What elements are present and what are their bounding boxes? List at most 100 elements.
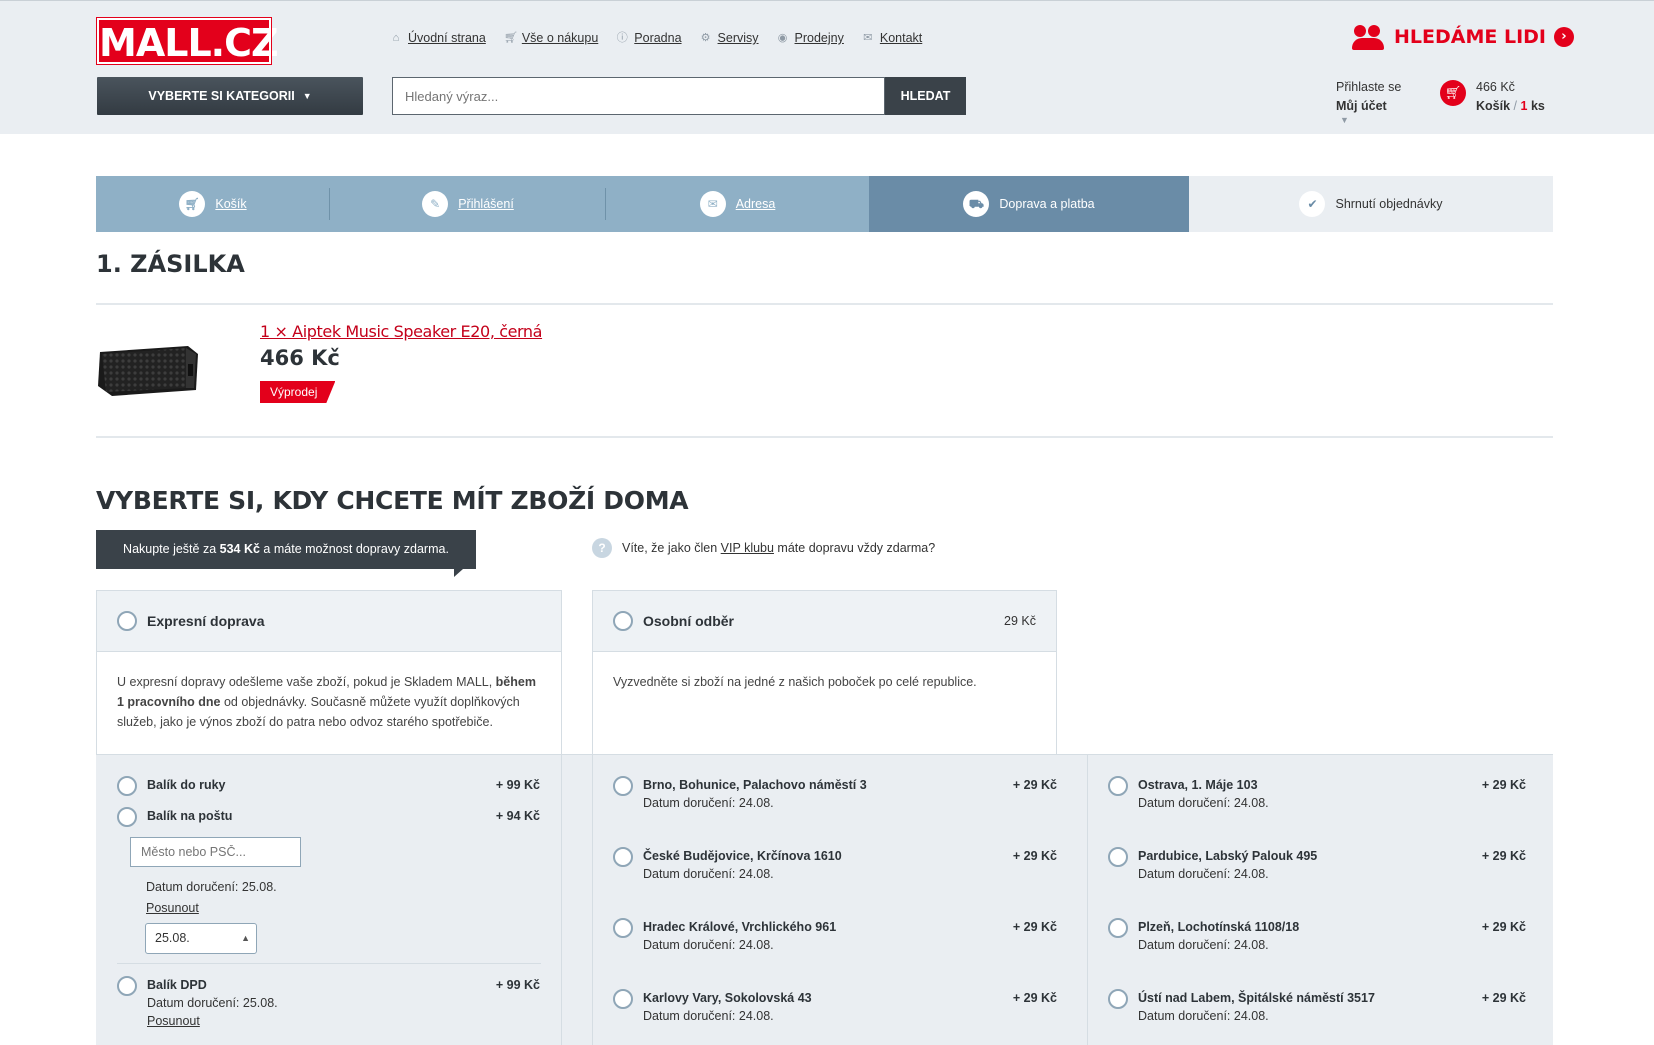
free-shipping-pre: Nakupte ještě za <box>123 542 220 556</box>
delivery-date: Datum doručení: 24.08. <box>1138 867 1269 881</box>
store-option[interactable]: Brno, Bohunice, Palachovo náměstí 3 Datum… <box>613 776 867 810</box>
store-option[interactable]: Hradec Králové, Vrchlického 961 Datum dor… <box>613 918 836 952</box>
store-price: + 29 Kč <box>1481 991 1526 1005</box>
store-option[interactable]: České Budějovice, Krčínova 1610 Datum dor… <box>613 847 842 881</box>
nav-advice[interactable]: ⓘ Poradna <box>616 31 682 45</box>
store-radio[interactable] <box>1108 847 1128 867</box>
category-button-label: VYBERTE SI KATEGORII <box>148 89 295 103</box>
store-option[interactable]: Pardubice, Labský Palouk 495 Datum doruče… <box>1108 847 1317 881</box>
delivery-date: Datum doručení: 24.08. <box>1138 938 1269 952</box>
store-price: + 29 Kč <box>1012 778 1057 792</box>
option-price: + 99 Kč <box>495 778 540 792</box>
column-divider <box>561 754 562 1045</box>
product-image[interactable] <box>96 340 200 398</box>
nav-contact[interactable]: ✉ Kontakt <box>862 31 922 45</box>
option-name: Balík do ruky <box>147 778 226 792</box>
cart-icon: 🛒︎ <box>1440 80 1466 106</box>
express-delivery-title: Expresní doprava <box>147 613 265 629</box>
store-price: + 29 Kč <box>1481 778 1526 792</box>
option-dpd[interactable]: Balík DPD Datum doručení: 25.08. Posunou… <box>117 976 278 1028</box>
nav-link-shopping[interactable]: Vše o nákupu <box>522 31 598 45</box>
question-icon[interactable]: ? <box>592 538 612 558</box>
checkout-steps: 🛒︎ Košík ✎ Přihlášení ✉ Adresa ⛟ Doprava… <box>96 176 1553 232</box>
store-option[interactable]: Karlovy Vary, Sokolovská 43 Datum doručen… <box>613 989 812 1023</box>
hand-delivery-radio[interactable] <box>117 776 137 796</box>
express-delivery-card: Expresní doprava U expresní dopravy odeš… <box>96 590 562 756</box>
nav-link-stores[interactable]: Prodejny <box>795 31 844 45</box>
step-login-link[interactable]: Přihlášení <box>458 197 514 211</box>
delivery-date: Datum doručení: 25.08. <box>147 996 278 1010</box>
vip-notice: ? Víte, že jako člen VIP klubu máte dopr… <box>592 538 935 558</box>
cart-summary[interactable]: 🛒︎ 466 Kč Košík / 1 ks <box>1440 78 1545 116</box>
product-name-link[interactable]: 1 × Aiptek Music Speaker E20, černá <box>260 322 542 341</box>
jobs-banner[interactable]: HLEDÁME LIDI › <box>1352 23 1574 51</box>
step-cart-link[interactable]: Košík <box>215 197 246 211</box>
nav-link-home[interactable]: Úvodní strana <box>408 31 486 45</box>
option-price: + 94 Kč <box>495 809 540 823</box>
store-name: Ostrava, 1. Máje 103 <box>1138 778 1258 792</box>
divider <box>117 963 541 964</box>
store-radio[interactable] <box>613 989 633 1009</box>
store-radio[interactable] <box>1108 776 1128 796</box>
caret-down-icon: ▼ <box>302 91 312 101</box>
search-input[interactable] <box>392 77 885 115</box>
category-button[interactable]: VYBERTE SI KATEGORII ▼ <box>97 77 363 115</box>
city-zip-input[interactable] <box>130 837 301 867</box>
nav-shopping[interactable]: 🛒︎ Vše o nákupu <box>504 31 598 45</box>
home-icon: ⌂ <box>392 32 400 44</box>
option-price: + 99 Kč <box>495 978 540 992</box>
store-radio[interactable] <box>1108 918 1128 938</box>
pickup-radio[interactable] <box>613 611 633 631</box>
step-shipping-label: Doprava a platba <box>999 197 1095 211</box>
express-delivery-header[interactable]: Expresní doprava <box>97 591 561 652</box>
search-button[interactable]: HLEDAT <box>885 77 966 115</box>
pickup-card: Osobní odběr 29 Kč Vyzvedněte si zboží n… <box>592 590 1057 756</box>
store-radio[interactable] <box>613 847 633 867</box>
nav-services[interactable]: ⚙ Servisy <box>700 31 759 45</box>
step-login[interactable]: ✎ Přihlášení <box>330 176 606 232</box>
step-address-link[interactable]: Adresa <box>736 197 776 211</box>
account-menu[interactable]: Přihlaste se Můj účet ▼ <box>1336 78 1401 125</box>
option-name: Balík na poštu <box>147 809 233 823</box>
store-price: + 29 Kč <box>1481 849 1526 863</box>
store-option[interactable]: Plzeň, Lochotínská 1108/18 Datum doručení… <box>1108 918 1299 952</box>
location-icon: ◉ <box>777 32 788 44</box>
postpone-link[interactable]: Posunout <box>146 901 199 915</box>
shipment-title: 1. ZÁSILKA <box>96 250 245 278</box>
divider <box>96 303 1553 305</box>
nav-link-contact[interactable]: Kontakt <box>880 31 922 45</box>
store-radio[interactable] <box>1108 989 1128 1009</box>
express-delivery-radio[interactable] <box>117 611 137 631</box>
step-shipping-payment: ⛟ Doprava a platba <box>869 176 1199 232</box>
store-option[interactable]: Ústí nad Labem, Špitálské náměstí 3517 Da… <box>1108 989 1375 1023</box>
store-radio[interactable] <box>613 918 633 938</box>
store-option[interactable]: Ostrava, 1. Máje 103 Datum doručení: 24.0… <box>1108 776 1269 810</box>
cart-separator: / <box>1513 99 1518 113</box>
express-delivery-description: U expresní dopravy odešleme vaše zboží, … <box>97 652 561 752</box>
post-delivery-radio[interactable] <box>117 807 137 827</box>
option-post-delivery[interactable]: Balík na poštu <box>117 807 233 827</box>
delivery-date-select[interactable]: 25.08. ▲ <box>145 923 257 954</box>
free-shipping-post: a máte možnost dopravy zdarma. <box>259 542 449 556</box>
store-radio[interactable] <box>613 776 633 796</box>
store-price: + 29 Kč <box>1012 920 1057 934</box>
nav-link-advice[interactable]: Poradna <box>634 31 681 45</box>
nav-stores[interactable]: ◉ Prodejny <box>777 31 844 45</box>
vip-club-link[interactable]: VIP klubu <box>721 541 774 555</box>
pickup-title: Osobní odběr <box>643 613 734 629</box>
nav-home[interactable]: ⌂ Úvodní strana <box>390 31 486 45</box>
jobs-label: HLEDÁME LIDI <box>1394 26 1546 48</box>
dpd-radio[interactable] <box>117 976 137 996</box>
step-cart[interactable]: 🛒︎ Košík <box>96 176 330 232</box>
mall-logo[interactable]: MALL.CZ <box>96 17 279 65</box>
option-hand-delivery[interactable]: Balík do ruky <box>117 776 226 796</box>
nav-link-services[interactable]: Servisy <box>718 31 759 45</box>
store-price: + 29 Kč <box>1012 849 1057 863</box>
step-address[interactable]: ✉ Adresa <box>606 176 869 232</box>
delivery-date: Datum doručení: 24.08. <box>1138 1009 1269 1023</box>
pickup-header[interactable]: Osobní odběr 29 Kč <box>593 591 1056 652</box>
delivery-date: Datum doručení: 24.08. <box>643 1009 774 1023</box>
delivery-date: Datum doručení: 24.08. <box>643 796 774 810</box>
postpone-link[interactable]: Posunout <box>147 1014 278 1028</box>
pickup-description: Vyzvedněte si zboží na jedné z našich po… <box>613 675 977 689</box>
